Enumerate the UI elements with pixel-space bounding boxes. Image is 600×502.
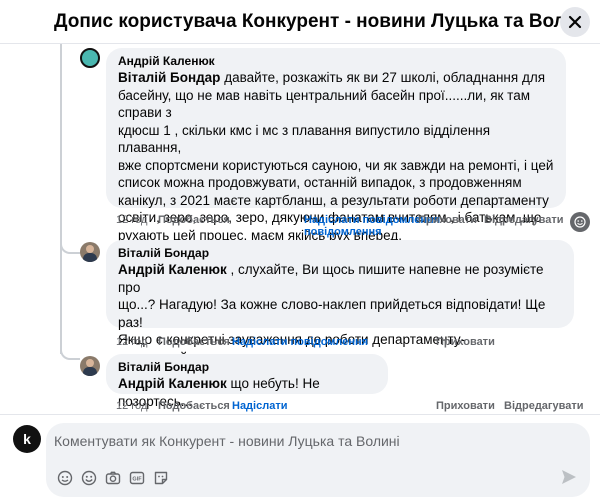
- comment-bubble: Віталій Бондар Андрій Каленюк , слухайте…: [106, 240, 574, 382]
- comment-author[interactable]: Віталій Бондар: [118, 246, 562, 261]
- mention-link[interactable]: Андрій Каленюк: [118, 262, 227, 277]
- comment-actions: 12 год Подобається Надіслати повідомленн…: [0, 336, 600, 352]
- comment-actions: 12 год Подобається Надіслати повідомленн…: [0, 212, 600, 240]
- comment-author[interactable]: Андрій Каленюк: [118, 54, 554, 69]
- comments-feed[interactable]: Андрій Каленюк Віталій Бондар давайте, р…: [0, 44, 600, 414]
- sticker-icon: [154, 471, 168, 485]
- thread-line: [60, 244, 80, 254]
- hide-button[interactable]: Приховати: [418, 214, 477, 226]
- send-icon: [562, 470, 576, 484]
- mention-link[interactable]: Віталій Бондар: [118, 70, 220, 85]
- send-message-button-line2[interactable]: повідомлення: [304, 226, 382, 238]
- comment-time[interactable]: 12 год: [116, 214, 147, 226]
- comment-composer: k Коментувати як Конкурент - новини Луць…: [0, 414, 600, 502]
- edit-button[interactable]: Відредагувати: [504, 400, 584, 412]
- dialog-title: Допис користувача Конкурент - новини Луц…: [54, 11, 582, 32]
- svg-text:GIF: GIF: [132, 477, 142, 483]
- sticker-button[interactable]: [152, 469, 170, 487]
- reaction-button[interactable]: [570, 212, 590, 232]
- send-message-button[interactable]: Надіслати повідомлення: [232, 336, 368, 348]
- gif-icon: GIF: [129, 471, 145, 485]
- comment-input-placeholder: Коментувати як Конкурент - новини Луцька…: [54, 433, 400, 449]
- close-button[interactable]: [560, 7, 590, 37]
- comment-bubble: Андрій Каленюк Віталій Бондар давайте, р…: [106, 48, 566, 243]
- comment-time[interactable]: 12 год: [116, 400, 147, 412]
- like-button[interactable]: Подобається: [158, 214, 230, 226]
- send-message-button[interactable]: Надіслати: [232, 400, 287, 412]
- comment-actions: 12 год Подобається Надіслати Приховати В…: [0, 400, 600, 414]
- comment-time[interactable]: 12 год: [116, 336, 147, 348]
- camera-button[interactable]: [104, 469, 122, 487]
- send-button[interactable]: [560, 468, 578, 486]
- like-button[interactable]: Подобається: [158, 336, 230, 348]
- gif-button[interactable]: GIF: [128, 469, 146, 487]
- page-avatar[interactable]: k: [13, 425, 41, 453]
- avatar[interactable]: [80, 356, 100, 376]
- avatar[interactable]: [80, 242, 100, 262]
- like-button[interactable]: Подобається: [158, 400, 230, 412]
- mention-link[interactable]: Андрій Каленюк: [118, 376, 227, 391]
- emoji-button[interactable]: [80, 469, 98, 487]
- edit-button[interactable]: Відредагувати: [484, 214, 564, 226]
- avatar[interactable]: [80, 48, 100, 68]
- camera-icon: [105, 471, 121, 485]
- hide-button[interactable]: Приховати: [436, 336, 495, 348]
- close-icon: [568, 15, 582, 29]
- dialog-header: Допис користувача Конкурент - новини Луц…: [0, 0, 600, 44]
- avatar-sticker-icon: [57, 470, 73, 486]
- comment-author[interactable]: Віталій Бондар: [118, 360, 376, 375]
- smile-icon: [574, 216, 586, 228]
- avatar-sticker-button[interactable]: [56, 469, 74, 487]
- emoji-icon: [81, 470, 97, 486]
- hide-button[interactable]: Приховати: [436, 400, 495, 412]
- comment-input[interactable]: Коментувати як Конкурент - новини Луцька…: [46, 423, 590, 497]
- comment-bubble: Віталій Бондар Андрій Каленюк що небуть!…: [106, 354, 388, 409]
